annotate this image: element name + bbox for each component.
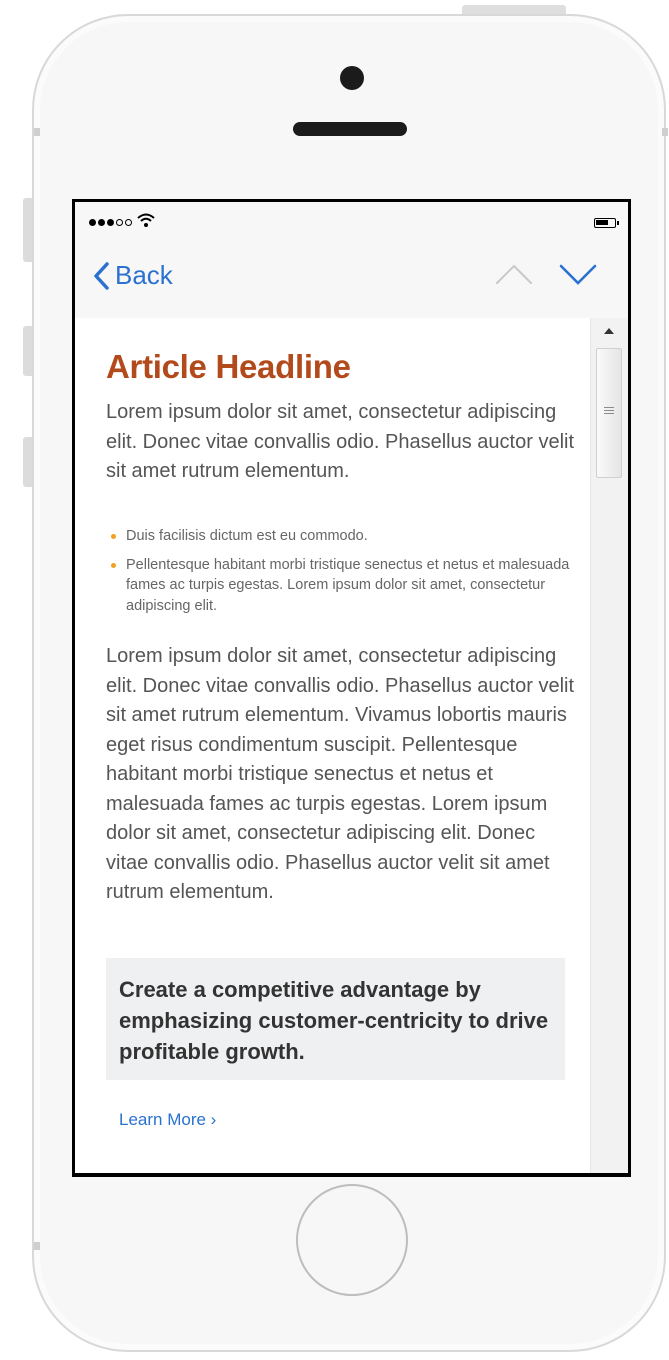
volume-up-button (23, 326, 32, 376)
scroll-thumb[interactable] (596, 348, 622, 478)
scroll-up-arrow-icon[interactable] (604, 328, 614, 334)
callout-text: Create a competitive advantage by emphas… (119, 977, 549, 1064)
back-label: Back (115, 260, 173, 290)
bullet-text: Pellentesque habitant morbi tristique se… (126, 556, 570, 614)
list-item: Pellentesque habitant morbi tristique se… (106, 555, 576, 617)
navigation-bar: Back (75, 236, 628, 318)
chevron-up-icon[interactable] (495, 262, 533, 286)
intro-paragraph: Lorem ipsum dolor sit amet, consectetur … (106, 401, 575, 482)
back-button[interactable]: Back (93, 260, 173, 291)
home-button (296, 1184, 408, 1296)
volume-down-button (23, 437, 32, 487)
mute-switch (23, 198, 32, 262)
bullet-text: Duis facilisis dictum est eu commodo. (126, 528, 368, 544)
screen-content: Back Article Headline Lorem ipsum dolor … (75, 202, 628, 1173)
bullet-icon (111, 534, 116, 539)
learn-more-link[interactable]: Learn More › (119, 1110, 216, 1130)
grip-icon (604, 407, 614, 416)
bullet-icon (111, 562, 116, 568)
bullet-list: Duis facilisis dictum est eu commodo. Pe… (106, 526, 576, 624)
phone-screen: Back Article Headline Lorem ipsum dolor … (72, 199, 631, 1177)
vertical-scrollbar[interactable] (590, 318, 628, 1173)
article-content: Article Headline Lorem ipsum dolor sit a… (75, 318, 590, 1173)
battery-icon (594, 218, 619, 228)
status-bar (75, 202, 628, 236)
antenna-line (34, 128, 40, 136)
antenna-line (34, 1242, 40, 1250)
list-item: Duis facilisis dictum est eu commodo. (106, 526, 576, 547)
signal-strength-icon (89, 219, 132, 226)
article-headline: Article Headline (106, 348, 351, 385)
antenna-line (662, 128, 668, 136)
wifi-icon (137, 213, 155, 227)
chevron-left-icon (94, 261, 109, 290)
chevron-down-icon[interactable] (559, 262, 597, 286)
earpiece-speaker (293, 122, 407, 136)
callout-box: Create a competitive advantage by emphas… (106, 958, 565, 1080)
body-paragraph: Lorem ipsum dolor sit amet, consectetur … (106, 645, 575, 903)
front-camera (340, 66, 364, 90)
